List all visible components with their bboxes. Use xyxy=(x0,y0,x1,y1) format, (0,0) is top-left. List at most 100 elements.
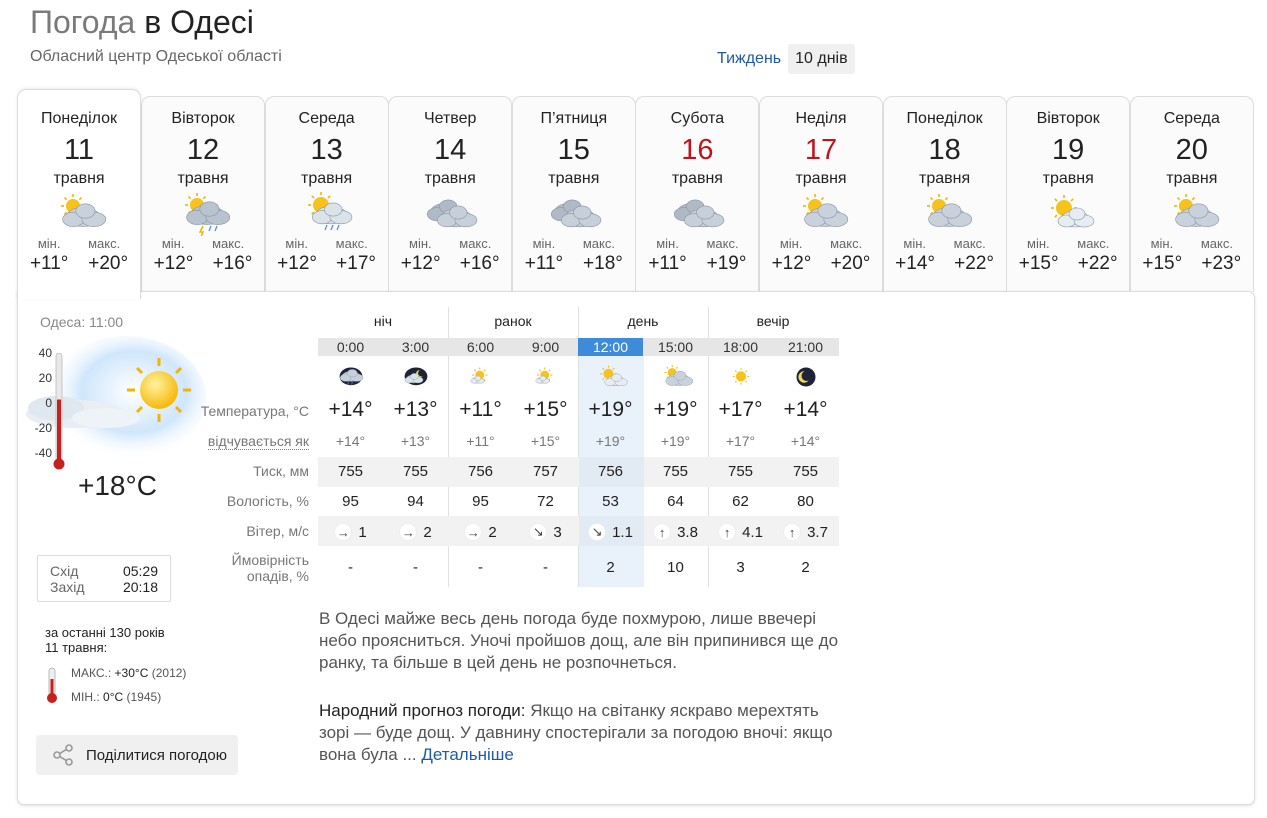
day-month: травня xyxy=(53,170,105,187)
day-tab[interactable]: Середа 13 травня мін. макс. +12° +17° xyxy=(264,96,389,292)
max-temp: +16° xyxy=(459,253,500,274)
sun-small-cloud-icon xyxy=(462,362,500,392)
wind-direction-icon: → xyxy=(464,523,483,541)
min-temp: +12° xyxy=(153,253,194,274)
segment-label: день xyxy=(627,313,659,329)
moon-icon xyxy=(787,362,825,392)
current-temperature: +18°C xyxy=(78,470,157,501)
min-label: мін. xyxy=(656,236,679,251)
hour-label: 6:00 xyxy=(466,339,495,355)
row-label-pressure: Тиск, мм xyxy=(253,463,309,479)
more-link[interactable]: Детальніше xyxy=(421,745,514,764)
hour-label: 18:00 xyxy=(722,339,759,355)
day-month: травня xyxy=(177,170,229,187)
hour-label: 0:00 xyxy=(336,339,365,355)
cloudy-sun-icon xyxy=(915,190,975,236)
day-number: 11 xyxy=(63,134,95,166)
day-number: 12 xyxy=(186,134,220,166)
hour-temp: +19° xyxy=(653,398,698,421)
max-label: макс. xyxy=(212,236,245,251)
segment-label: ніч xyxy=(373,313,393,329)
wind-speed: 3 xyxy=(553,523,562,541)
day-tab[interactable]: Вівторок 19 травня мін. макс. +15° +22° xyxy=(1006,96,1131,292)
day-number: 19 xyxy=(1052,134,1085,166)
hour-feels: +19° xyxy=(595,433,626,449)
history-min: МІН.: 0°C (1945) xyxy=(71,690,161,704)
cloudy-icon xyxy=(667,190,727,236)
day-name: Неділя xyxy=(795,110,847,127)
wind-speed: 3.8 xyxy=(677,523,698,541)
hour-humidity: 95 xyxy=(342,493,359,510)
day-tab[interactable]: П’ятниця 15 травня мін. макс. +11° +18° xyxy=(511,96,636,292)
hour-label: 3:00 xyxy=(401,339,430,355)
day-month: травня xyxy=(424,170,476,187)
row-label-temp: Температура, °C xyxy=(200,403,309,419)
day-number: 17 xyxy=(804,134,838,166)
hour-wind: ↘ 3 xyxy=(513,523,578,541)
max-label: макс. xyxy=(830,236,863,251)
hour-humidity: 94 xyxy=(407,493,424,510)
max-label: макс. xyxy=(582,236,615,251)
max-label: макс. xyxy=(953,236,986,251)
hour-temp: +14° xyxy=(328,398,373,421)
scale-tick: -20 xyxy=(34,421,52,435)
day-month: травня xyxy=(919,170,971,187)
cloudy-sun-icon xyxy=(1162,190,1222,236)
hour-precip: - xyxy=(413,559,418,576)
min-temp: +11° xyxy=(524,253,564,274)
max-label: макс. xyxy=(706,236,739,251)
hour-feels: +11° xyxy=(466,433,495,449)
wind-speed: 3.7 xyxy=(807,523,828,541)
day-tab[interactable]: Субота 16 травня мін. макс. +11° +19° xyxy=(635,96,760,292)
day-name: Середа xyxy=(298,110,355,127)
day-name: Середа xyxy=(1163,110,1220,127)
wind-direction-icon: ↑ xyxy=(653,523,672,541)
day-tab[interactable]: Вівторок 12 травня мін. макс. +12° +16° xyxy=(141,96,265,292)
history-min-value: 0°C xyxy=(103,690,124,704)
max-temp: +18° xyxy=(583,253,623,274)
wind-speed: 2 xyxy=(488,523,497,541)
page-subtitle: Обласний центр Одеської області xyxy=(30,48,282,65)
day-tab[interactable]: Середа 20 травня мін. макс. +15° +23° xyxy=(1129,96,1254,292)
day-number: 14 xyxy=(434,134,467,166)
night-cloud-moon-icon xyxy=(397,362,435,392)
min-label: мін. xyxy=(37,236,61,251)
hour-pressure: 756 xyxy=(467,463,494,480)
tab-10-days[interactable]: 10 днів xyxy=(788,43,855,74)
hour-wind: ↑ 3.8 xyxy=(643,523,708,541)
min-temp: +14° xyxy=(895,253,935,274)
page-title: Погода в Одесі xyxy=(30,4,254,41)
scale-tick: 40 xyxy=(38,346,52,360)
max-label: макс. xyxy=(1200,236,1233,251)
row-label-wind: Вітер, м/с xyxy=(246,523,309,539)
min-label: мін. xyxy=(1027,236,1050,251)
min-temp: +12° xyxy=(400,253,441,274)
hour-wind: ↑ 4.1 xyxy=(708,523,773,541)
forecast-description: В Одесі майже весь день погода буде похм… xyxy=(319,609,839,672)
title-prefix: Погода xyxy=(30,4,136,40)
wind-direction-icon: → xyxy=(399,523,418,541)
day-month: травня xyxy=(301,170,353,187)
tab-week[interactable]: Тиждень xyxy=(710,44,788,74)
wind-speed: 2 xyxy=(423,523,432,541)
segment-label: вечір xyxy=(756,313,790,329)
hour-temp: +14° xyxy=(783,398,828,421)
min-temp: +11° xyxy=(648,253,687,274)
hour-temp: +11° xyxy=(459,398,502,421)
scale-tick: 20 xyxy=(38,371,52,385)
hour-wind: → 1 xyxy=(318,523,383,541)
min-label: мін. xyxy=(1150,236,1174,251)
day-tab[interactable]: Четвер 14 травня мін. макс. +12° +16° xyxy=(388,96,513,292)
wind-direction-icon: → xyxy=(334,523,353,541)
now-location-time: Одеса: 11:00 xyxy=(40,314,124,330)
sunset-time: 20:18 xyxy=(122,579,158,595)
share-button[interactable]: Поділитися погодою xyxy=(36,735,238,775)
hour-precip: - xyxy=(478,559,483,576)
hour-label: 21:00 xyxy=(787,339,824,355)
view-tabs: Тиждень 10 днів xyxy=(710,43,855,74)
day-tab[interactable]: Неділя 17 травня мін. макс. +12° +20° xyxy=(759,96,883,292)
day-tab[interactable]: Понеділок 18 травня мін. макс. +14° +22° xyxy=(882,96,1007,292)
history-max-label: МАКС.: xyxy=(71,666,112,680)
day-tab[interactable]: Понеділок 11 травня мін. макс. +11° +20° xyxy=(17,89,141,299)
day-number: 16 xyxy=(681,134,714,166)
